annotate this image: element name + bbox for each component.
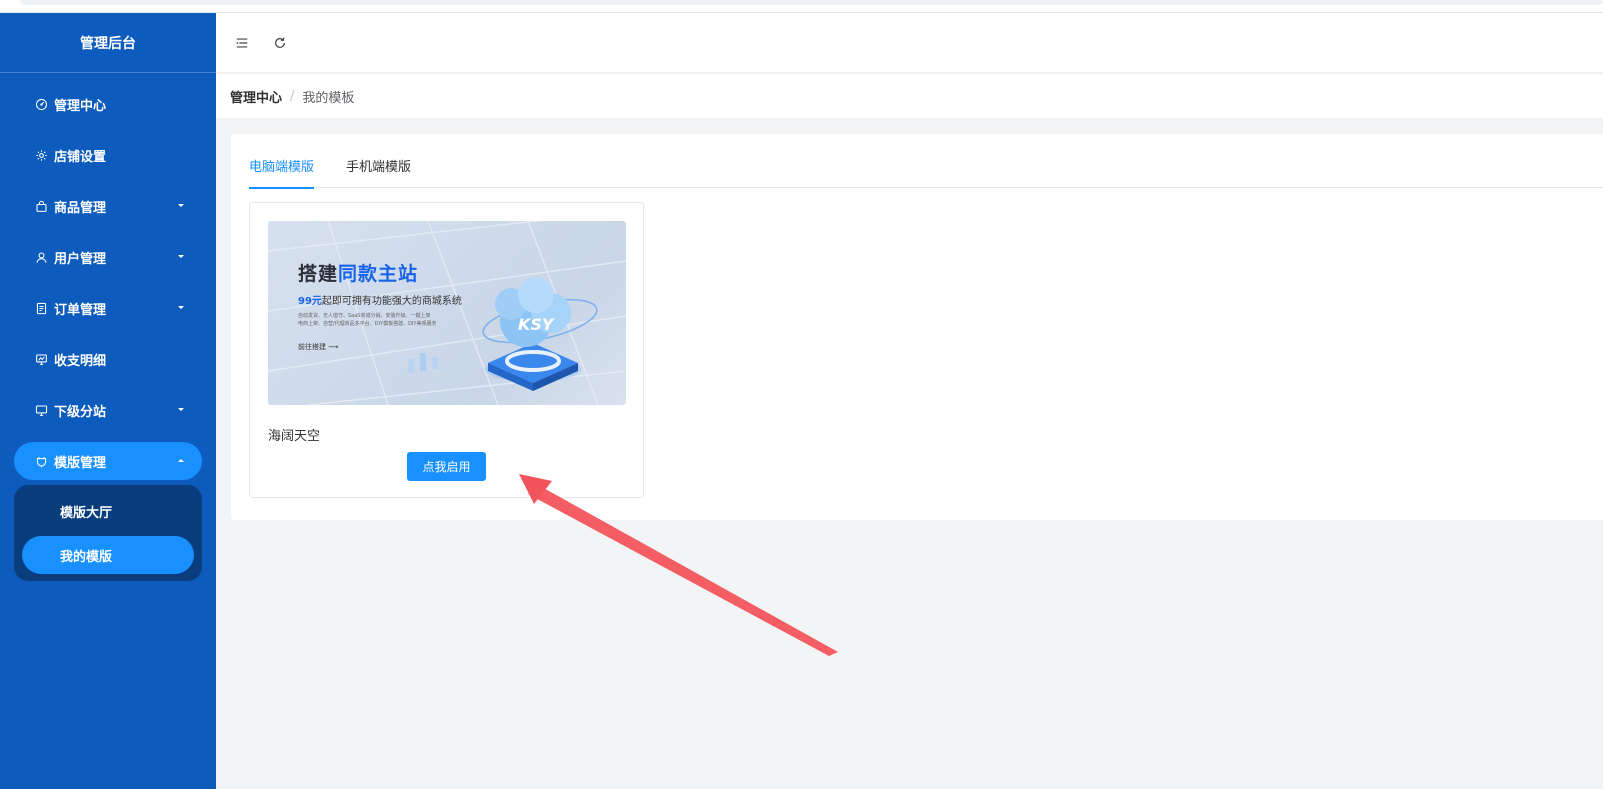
thumbnail-link: 前往搭建 ⟶ [298, 343, 339, 351]
breadcrumb-separator: / [290, 88, 295, 104]
sidebar-item-label: 订单管理 [54, 302, 107, 318]
sidebar-item-label: 用户管理 [54, 251, 107, 267]
sidebar-item-store-settings[interactable]: 店铺设置 [14, 136, 202, 174]
chevron-up-icon [178, 459, 184, 462]
thumbnail-logo-text: KSY [518, 315, 555, 334]
sidebar-item-label: 模版管理 [54, 455, 107, 471]
chart-icon [34, 352, 48, 366]
sidebar-item-label: 商品管理 [54, 200, 107, 216]
gear-icon [34, 148, 48, 162]
refresh-icon[interactable] [270, 33, 290, 53]
tab-desktop-templates[interactable]: 电脑端模版 [249, 156, 315, 189]
sidebar-item-finance[interactable]: 收支明细 [14, 340, 202, 378]
thumbnail-title: 搭建同款主站 [298, 263, 419, 285]
template-tabs: 电脑端模版 手机端模版 [249, 156, 1603, 189]
sidebar-logo: 管理后台 [0, 13, 216, 73]
thumbnail-description: 自动发货、无人值守、SaaS商城分销、安装升级、一键上架 电商上架、自营/代理商… [298, 313, 437, 327]
user-icon [34, 250, 48, 264]
template-thumbnail[interactable]: KSY 搭建同款主站 99元起即可拥有功能强大的商城系统 自动发货、无人值守、S… [268, 221, 626, 405]
sidebar-subitem-my-templates[interactable]: 我的模版 [22, 536, 194, 574]
sidebar-menu: 管理中心 店铺设置 商品管理 用户管理 订单管理 收支明细 下级分站 模版管理 … [0, 73, 216, 581]
sidebar-item-label: 店铺设置 [54, 149, 107, 165]
template-icon [34, 454, 48, 468]
dashboard-icon [34, 97, 48, 111]
breadcrumb-current: 我的模板 [302, 90, 355, 106]
sidebar-item-label: 管理中心 [54, 98, 107, 114]
browser-top-strip [0, 0, 1603, 13]
template-card: KSY 搭建同款主站 99元起即可拥有功能强大的商城系统 自动发货、无人值守、S… [249, 202, 644, 498]
content-card: 电脑端模版 手机端模版 KSY 搭建同款主站 99元起即可拥有功能强大的商城系统… [231, 134, 1603, 520]
thumbnail-subtitle: 99元起即可拥有功能强大的商城系统 [298, 296, 462, 307]
chevron-down-icon [178, 408, 184, 411]
template-name: 海阔天空 [268, 429, 321, 444]
monitor-icon [34, 403, 48, 417]
chevron-down-icon [178, 255, 184, 258]
enable-template-button[interactable]: 点我启用 [407, 452, 486, 481]
top-header [216, 13, 1603, 73]
sidebar-item-orders[interactable]: 订单管理 [14, 289, 202, 327]
sidebar-item-users[interactable]: 用户管理 [14, 238, 202, 276]
sidebar-item-templates[interactable]: 模版管理 [14, 442, 202, 480]
breadcrumb: 管理中心 / 我的模板 [216, 74, 1603, 118]
chevron-down-icon [178, 306, 184, 309]
sidebar-item-dashboard[interactable]: 管理中心 [14, 85, 202, 123]
tab-mobile-templates[interactable]: 手机端模版 [346, 156, 411, 188]
sidebar-item-substations[interactable]: 下级分站 [14, 391, 202, 429]
sidebar-item-products[interactable]: 商品管理 [14, 187, 202, 225]
sidebar-item-label: 下级分站 [54, 404, 107, 420]
sidebar-subitem-template-hall[interactable]: 模版大厅 [22, 492, 194, 530]
bag-icon [34, 199, 48, 213]
sidebar-item-label: 收支明细 [54, 353, 107, 369]
sidebar: 管理后台 管理中心 店铺设置 商品管理 用户管理 订单管理 收支明细 下级分站 … [0, 13, 216, 789]
order-icon [34, 301, 48, 315]
menu-fold-icon[interactable] [232, 33, 252, 53]
templates-submenu: 模版大厅 我的模版 [14, 485, 202, 581]
breadcrumb-root[interactable]: 管理中心 [230, 87, 282, 106]
chevron-down-icon [178, 204, 184, 207]
